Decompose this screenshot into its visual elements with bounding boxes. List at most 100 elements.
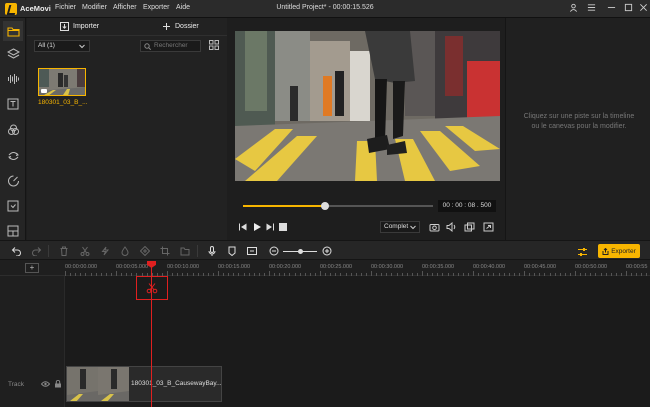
speed-icon[interactable] — [99, 245, 111, 257]
split-screen-icon[interactable] — [3, 221, 23, 241]
marker-icon[interactable] — [226, 245, 238, 257]
zoom-slider-handle[interactable] — [298, 249, 303, 254]
toolbar-divider — [197, 245, 198, 257]
preview-quality-select[interactable]: Complet — [380, 221, 420, 233]
playback-progress-track[interactable] — [243, 202, 433, 210]
track-label: Track — [8, 381, 25, 388]
ruler-tick-label: 00:00:05.000 — [116, 264, 149, 270]
timeline-video-clip[interactable]: 180301_03_B_CausewayBay... — [66, 366, 222, 402]
text-icon[interactable] — [3, 94, 23, 114]
previous-frame-icon[interactable] — [238, 222, 248, 232]
menu-icon[interactable] — [584, 2, 598, 16]
folder-label: Dossier — [175, 22, 199, 30]
ruler-tick-label: 00:00:15.000 — [218, 264, 251, 270]
redo-icon[interactable] — [30, 245, 42, 257]
acemovi-logo-icon — [5, 3, 17, 15]
fit-timeline-icon[interactable] — [246, 245, 258, 257]
zoom-slider[interactable] — [283, 249, 317, 254]
ruler-tick-label: 00:00:50.000 — [575, 264, 608, 270]
stop-icon[interactable] — [279, 223, 287, 231]
app-name: AceMovi — [20, 4, 51, 13]
menu-modifier[interactable]: Modifier — [82, 4, 107, 11]
microphone-icon[interactable] — [206, 245, 218, 257]
folder-button[interactable]: Dossier — [162, 18, 199, 34]
color-icon[interactable] — [119, 245, 131, 257]
user-icon[interactable] — [566, 2, 580, 16]
minimize-icon[interactable] — [604, 2, 618, 16]
clip-thumbnails — [67, 367, 129, 401]
search-icon — [144, 43, 151, 50]
menu-aide[interactable]: Aide — [176, 4, 190, 11]
canvas-hint-text: Cliquez sur une piste sur la timeline ou… — [523, 113, 635, 130]
ruler-tick-label: 00:00:35.000 — [422, 264, 455, 270]
media-folder-icon[interactable] — [3, 21, 23, 41]
menu-afficher[interactable]: Afficher — [113, 4, 137, 11]
ruler-tick-label: 00:00:45.000 — [524, 264, 557, 270]
timeline-ruler[interactable]: + 00:00:00.000 00:00:05.000 00:00:10.000 00… — [0, 260, 650, 276]
filters-icon[interactable] — [3, 120, 23, 140]
export-icon — [602, 247, 609, 255]
fullscreen-icon[interactable] — [483, 222, 494, 232]
timeline-tracks: Track 180301_03_B_CausewayBay... — [0, 276, 650, 407]
media-clip-name: 180301_03_B_... — [38, 99, 88, 106]
crop-icon[interactable] — [159, 245, 171, 257]
close-icon[interactable] — [636, 2, 650, 16]
play-icon[interactable] — [252, 222, 262, 232]
menu-fichier[interactable]: Fichier — [55, 4, 76, 11]
eye-icon[interactable] — [40, 380, 51, 388]
playback-progress-handle[interactable] — [320, 202, 329, 210]
toolbar-divider — [48, 245, 49, 257]
next-frame-icon[interactable] — [265, 222, 275, 232]
playback-progress-fill — [243, 205, 325, 207]
lock-icon[interactable] — [54, 379, 62, 388]
settings-sliders-icon[interactable] — [575, 245, 589, 258]
import-icon — [60, 21, 69, 31]
snapshot-icon[interactable] — [429, 222, 440, 232]
grid-view-icon[interactable] — [209, 40, 221, 52]
ruler-tick-label: 00:00:55 — [626, 264, 648, 270]
detach-preview-icon[interactable] — [464, 222, 475, 232]
ruler-tick-label: 00:00:10.000 — [167, 264, 200, 270]
scissors-icon — [146, 283, 158, 294]
timecode-display: 00 : 00 : 08 . 500 — [438, 200, 496, 212]
ruler-tick-label: 00:00:30.000 — [371, 264, 404, 270]
transitions-icon[interactable] — [3, 146, 23, 166]
sticker-icon[interactable] — [3, 196, 23, 216]
import-button[interactable]: Importer — [60, 18, 99, 34]
menu-exporter[interactable]: Exporter — [143, 4, 169, 11]
title-bar: AceMovi Fichier Modifier Afficher Export… — [0, 0, 650, 18]
export-button[interactable]: Exporter — [598, 244, 640, 258]
quality-value: Complet — [384, 223, 409, 230]
divider — [27, 35, 227, 36]
export-label: Exporter — [611, 247, 636, 255]
media-filter-select[interactable]: All (1) — [34, 40, 90, 52]
search-placeholder: Rechercher — [154, 42, 188, 49]
ruler-tick-label: 00:00:00.000 — [65, 264, 98, 270]
delete-icon[interactable] — [58, 245, 70, 257]
add-track-button[interactable]: + — [25, 263, 39, 273]
add-folder-icon — [163, 22, 170, 30]
split-at-playhead-button[interactable] — [136, 276, 168, 300]
filter-value: All (1) — [38, 42, 55, 49]
freeze-frame-icon[interactable] — [179, 245, 191, 257]
video-canvas[interactable] — [235, 31, 500, 181]
chevron-down-icon — [410, 225, 416, 230]
mosaic-icon[interactable] — [139, 245, 151, 257]
volume-icon[interactable] — [446, 221, 457, 233]
search-input[interactable]: Rechercher — [140, 40, 201, 52]
media-clip-thumbnail[interactable] — [38, 68, 86, 96]
audio-wave-icon[interactable] — [3, 69, 23, 89]
clip-label: 180301_03_B_CausewayBay... — [131, 380, 222, 387]
import-label: Importer — [73, 22, 100, 30]
elements-icon[interactable] — [3, 171, 23, 191]
zoom-in-icon[interactable] — [321, 245, 333, 257]
edit-toolbar: Exporter — [0, 240, 650, 260]
left-sidebar — [0, 18, 26, 240]
chevron-down-icon — [79, 44, 85, 49]
layers-icon[interactable] — [3, 44, 23, 64]
zoom-out-icon[interactable] — [268, 245, 280, 257]
cut-icon[interactable] — [79, 245, 91, 257]
undo-icon[interactable] — [10, 245, 22, 257]
ruler-tick-label: 00:00:40.000 — [473, 264, 506, 270]
maximize-icon[interactable] — [621, 2, 635, 16]
